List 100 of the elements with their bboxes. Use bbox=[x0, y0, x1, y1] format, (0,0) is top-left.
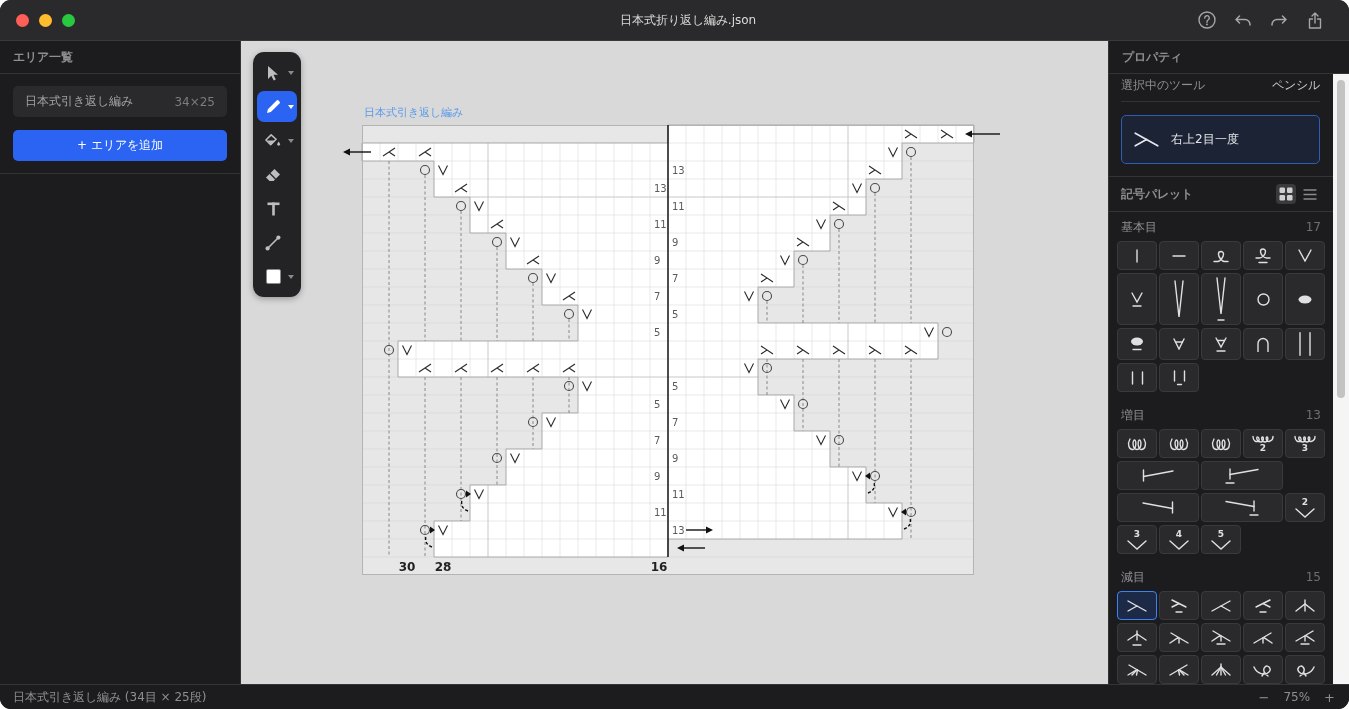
filled-oval-icon bbox=[1298, 294, 1312, 304]
status-text: 日本式引き返し編み (34目 × 25段) bbox=[13, 688, 207, 706]
add-area-button[interactable]: + エリアを追加 bbox=[13, 130, 227, 161]
underlined-filled-oval-icon bbox=[1130, 337, 1144, 351]
circle-stitch-icon bbox=[1256, 292, 1270, 306]
fan-decrease-icon bbox=[1211, 663, 1231, 676]
symbol-button[interactable] bbox=[1201, 623, 1241, 652]
left-triple-decrease-icon bbox=[1253, 631, 1273, 644]
symbol-button[interactable] bbox=[1243, 273, 1283, 325]
loop-row-icon bbox=[1252, 434, 1274, 443]
zoom-out-button[interactable]: − bbox=[1258, 689, 1270, 705]
symbol-button[interactable] bbox=[1117, 461, 1199, 490]
row-number: 11 bbox=[654, 218, 667, 230]
symbol-button[interactable]: 2 bbox=[1243, 429, 1283, 458]
underlined-right-bar-slant-icon bbox=[1225, 499, 1259, 516]
row-number: 7 bbox=[654, 290, 661, 302]
column-number: 30 bbox=[398, 559, 416, 574]
vertical-stroke-icon bbox=[1135, 248, 1139, 263]
symbol-button[interactable] bbox=[1201, 241, 1241, 270]
symbol-button[interactable] bbox=[1159, 429, 1199, 458]
symbol-button[interactable] bbox=[1117, 429, 1157, 458]
panel-title: プロパティ bbox=[1122, 48, 1182, 66]
symbol-button[interactable] bbox=[1201, 429, 1241, 458]
symbol-button[interactable] bbox=[1159, 623, 1199, 652]
symbol-button[interactable]: 3 bbox=[1285, 429, 1325, 458]
right-quadruple-decrease-icon bbox=[1127, 663, 1147, 676]
symbol-button[interactable] bbox=[1159, 273, 1199, 325]
pencil-tool-button[interactable] bbox=[257, 91, 297, 122]
symbol-button[interactable] bbox=[1159, 328, 1199, 360]
share-icon bbox=[1308, 11, 1322, 29]
selected-symbol-name: 右上2目一度 bbox=[1171, 131, 1239, 148]
spaced-bars-icon bbox=[1130, 370, 1144, 385]
close-button[interactable] bbox=[16, 13, 29, 27]
row-number: 5 bbox=[654, 326, 661, 338]
list-view-icon bbox=[1303, 188, 1317, 200]
section-title: 増目 bbox=[1121, 408, 1145, 422]
symbol-button[interactable] bbox=[1117, 273, 1157, 325]
row-number: 11 bbox=[654, 506, 667, 518]
symbol-button[interactable] bbox=[1243, 591, 1283, 620]
row-number: 9 bbox=[672, 452, 679, 464]
symbol-button[interactable] bbox=[1117, 363, 1157, 392]
symbol-button[interactable] bbox=[1117, 623, 1157, 652]
symbol-button[interactable] bbox=[1201, 273, 1241, 325]
symbol-button[interactable] bbox=[1285, 273, 1325, 325]
minimize-button[interactable] bbox=[39, 13, 52, 27]
symbol-button[interactable] bbox=[1201, 591, 1241, 620]
symbol-button[interactable] bbox=[1117, 655, 1157, 684]
symbol-button[interactable] bbox=[1243, 328, 1283, 360]
underlined-left-bar-slant-icon bbox=[1225, 467, 1259, 484]
row-number: 7 bbox=[654, 434, 661, 446]
row-number: 9 bbox=[654, 254, 661, 266]
scrollbar-thumb[interactable] bbox=[1337, 80, 1345, 398]
symbol-button[interactable] bbox=[1201, 655, 1241, 684]
symbol-count: 15 bbox=[1305, 570, 1321, 584]
zoom-level: 75% bbox=[1283, 690, 1311, 704]
grid-view-button[interactable] bbox=[1276, 184, 1296, 204]
symbol-button[interactable] bbox=[1117, 328, 1157, 360]
underlined-center-decrease-icon bbox=[1127, 629, 1147, 646]
underlined-long-v-stitch-icon bbox=[1216, 277, 1226, 321]
right-decrease-icon bbox=[1134, 132, 1159, 147]
symbol-button[interactable]: 3 bbox=[1117, 525, 1157, 554]
symbol-button[interactable] bbox=[1243, 241, 1283, 270]
symbol-button[interactable] bbox=[1159, 241, 1199, 270]
wide-v-stitch-icon bbox=[1211, 539, 1231, 550]
symbol-button[interactable] bbox=[1201, 493, 1283, 522]
symbol-button[interactable] bbox=[1159, 591, 1199, 620]
underlined-left-triple-decrease-icon bbox=[1295, 630, 1315, 645]
arch-stitch-icon bbox=[1257, 336, 1269, 352]
symbol-button[interactable]: 4 bbox=[1159, 525, 1199, 554]
symbol-button[interactable]: 5 bbox=[1201, 525, 1241, 554]
section-title: 記号パレット bbox=[1121, 185, 1193, 203]
column-number: 28 bbox=[434, 559, 452, 574]
symbol-button[interactable]: 2 bbox=[1285, 493, 1325, 522]
symbol-button[interactable] bbox=[1117, 493, 1199, 522]
symbol-button[interactable] bbox=[1285, 591, 1325, 620]
symbol-button[interactable] bbox=[1285, 241, 1325, 270]
area-list-item[interactable]: 日本式引き返し編み 34×25 bbox=[13, 86, 227, 117]
symbol-button[interactable] bbox=[1159, 363, 1199, 392]
wide-v-stitch-icon bbox=[1127, 539, 1147, 550]
symbol-button[interactable] bbox=[1285, 623, 1325, 652]
row-number: 5 bbox=[672, 308, 679, 320]
symbol-button[interactable] bbox=[1117, 241, 1157, 270]
symbol-button[interactable] bbox=[1285, 328, 1325, 360]
symbol-button[interactable] bbox=[1117, 591, 1157, 620]
underlined-barred-v-stitch-icon bbox=[1215, 336, 1227, 352]
left-bar-slant-icon bbox=[1142, 469, 1174, 482]
symbol-button[interactable] bbox=[1285, 655, 1325, 684]
zoom-in-button[interactable]: + bbox=[1324, 689, 1335, 705]
help-icon bbox=[1198, 11, 1216, 29]
symbol-button[interactable] bbox=[1243, 655, 1283, 684]
zoom-button[interactable] bbox=[62, 13, 75, 27]
area-size: 34×25 bbox=[174, 94, 215, 109]
symbol-button[interactable] bbox=[1201, 461, 1283, 490]
row-number: 11 bbox=[672, 488, 685, 500]
symbol-button[interactable] bbox=[1243, 623, 1283, 652]
underlined-twisted-loop-icon bbox=[1255, 247, 1271, 264]
symbol-button[interactable] bbox=[1159, 655, 1199, 684]
mirrored-knot-stitch-icon bbox=[1295, 662, 1315, 677]
symbol-button[interactable] bbox=[1201, 328, 1241, 360]
v-stitch-icon bbox=[1298, 249, 1312, 262]
